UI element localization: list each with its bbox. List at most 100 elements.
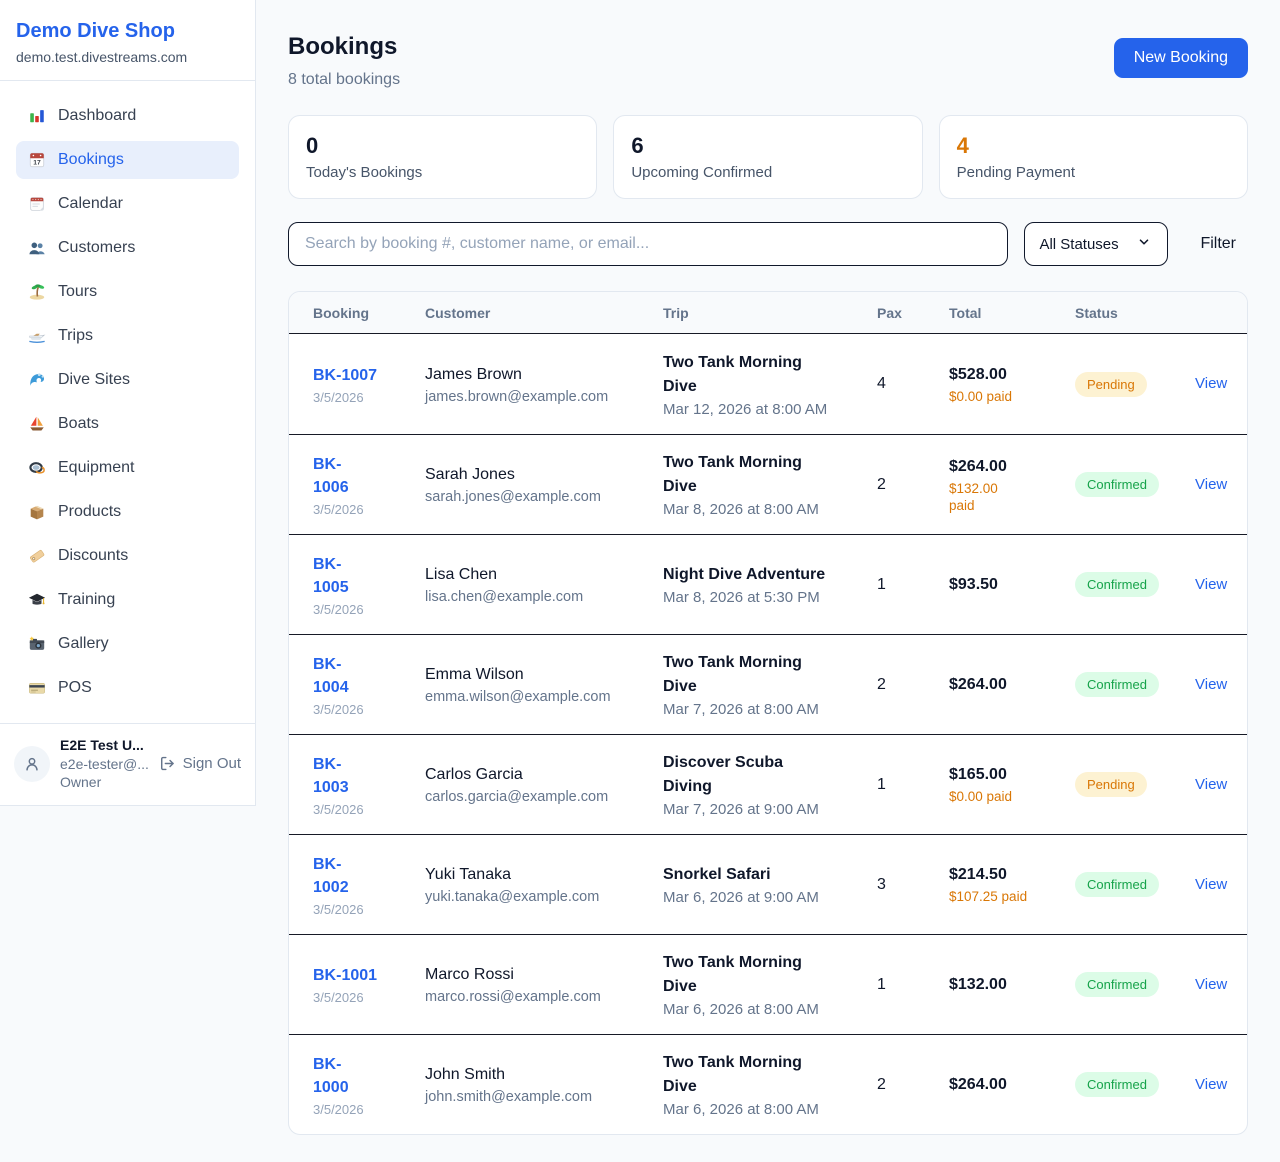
customer-email: sarah.jones@example.com xyxy=(425,489,649,505)
table-row: BK- 1006 3/5/2026 Sarah Jones sarah.jone… xyxy=(289,434,1247,534)
pax-count: 1 xyxy=(877,776,949,794)
trip-name: Two Tank Morning Dive xyxy=(663,1051,863,1099)
pax-count: 3 xyxy=(877,876,949,894)
status-select[interactable]: All Statuses xyxy=(1024,222,1168,266)
view-link[interactable]: View xyxy=(1195,876,1227,893)
sidebar-item-bookings[interactable]: 17Bookings xyxy=(16,141,239,179)
sidebar-nav: Dashboard 17Bookings Calendar Customers Tour… xyxy=(0,81,255,723)
booking-link[interactable]: BK- 1000 xyxy=(313,1053,349,1099)
new-booking-button[interactable]: New Booking xyxy=(1114,38,1248,78)
sidebar-item-label: Gallery xyxy=(58,633,109,655)
user-section: E2E Test U... e2e-tester@... Owner Sign … xyxy=(0,723,255,805)
sidebar-item-dashboard[interactable]: Dashboard xyxy=(16,97,239,135)
sidebar-item-label: Training xyxy=(58,589,115,611)
view-link[interactable]: View xyxy=(1195,1076,1227,1093)
pax-count: 2 xyxy=(877,1076,949,1094)
pax-count: 1 xyxy=(877,976,949,994)
customer-name: Emma Wilson xyxy=(425,664,649,686)
sidebar-item-boats[interactable]: Boats xyxy=(16,405,239,443)
booking-link[interactable]: BK- 1006 xyxy=(313,453,349,499)
sidebar-item-calendar[interactable]: Calendar xyxy=(16,185,239,223)
booking-date: 3/5/2026 xyxy=(313,702,411,717)
sidebar-item-discounts[interactable]: Discounts xyxy=(16,537,239,575)
status-badge: Confirmed xyxy=(1075,472,1159,497)
trip-datetime: Mar 12, 2026 at 8:00 AM xyxy=(663,401,863,418)
booking-link[interactable]: BK- 1002 xyxy=(313,853,349,899)
sidebar-item-dive-sites[interactable]: Dive Sites xyxy=(16,361,239,399)
sailboat-icon xyxy=(28,415,46,433)
island-icon xyxy=(28,283,46,301)
sidebar-item-label: Equipment xyxy=(58,457,135,479)
customer-email: carlos.garcia@example.com xyxy=(425,789,649,805)
stat-card-upcoming-confirmed: 6 Upcoming Confirmed xyxy=(613,115,922,199)
booking-link[interactable]: BK-1007 xyxy=(313,364,377,387)
view-link[interactable]: View xyxy=(1195,676,1227,693)
total-amount: $264.00 xyxy=(949,456,1061,477)
sidebar-item-label: Trips xyxy=(58,325,93,347)
trip-name: Snorkel Safari xyxy=(663,863,863,887)
total-amount: $214.50 xyxy=(949,864,1061,885)
camera-icon xyxy=(28,635,46,653)
sign-out-button[interactable]: Sign Out xyxy=(159,755,241,773)
sidebar-item-gallery[interactable]: Gallery xyxy=(16,625,239,663)
customer-name: Yuki Tanaka xyxy=(425,864,649,886)
total-amount: $132.00 xyxy=(949,974,1061,995)
status-badge: Confirmed xyxy=(1075,972,1159,997)
table-header: Booking Customer Trip Pax Total Status xyxy=(289,292,1247,334)
booking-link[interactable]: BK- 1003 xyxy=(313,753,349,799)
user-role: Owner xyxy=(60,773,149,791)
status-badge: Confirmed xyxy=(1075,872,1159,897)
booking-link[interactable]: BK- 1004 xyxy=(313,653,349,699)
table-row: BK- 1004 3/5/2026 Emma Wilson emma.wilso… xyxy=(289,634,1247,734)
sidebar-item-label: Products xyxy=(58,501,121,523)
stat-value: 6 xyxy=(631,133,904,159)
customer-email: john.smith@example.com xyxy=(425,1089,649,1105)
scuba-mask-icon xyxy=(28,459,46,477)
page-header: Bookings 8 total bookings New Booking xyxy=(288,32,1248,89)
graduation-cap-icon xyxy=(28,591,46,609)
stat-label: Pending Payment xyxy=(957,164,1230,181)
booking-date: 3/5/2026 xyxy=(313,802,411,817)
sidebar-item-label: Tours xyxy=(58,281,97,303)
booking-date: 3/5/2026 xyxy=(313,502,411,517)
avatar xyxy=(14,746,50,782)
view-link[interactable]: View xyxy=(1195,476,1227,493)
trip-datetime: Mar 8, 2026 at 5:30 PM xyxy=(663,589,863,606)
search-input[interactable] xyxy=(288,222,1008,266)
customer-email: marco.rossi@example.com xyxy=(425,989,649,1005)
sidebar-item-products[interactable]: Products xyxy=(16,493,239,531)
view-link[interactable]: View xyxy=(1195,375,1227,392)
customer-name: Lisa Chen xyxy=(425,564,649,586)
booking-date: 3/5/2026 xyxy=(313,390,411,405)
table-row: BK- 1000 3/5/2026 John Smith john.smith@… xyxy=(289,1034,1247,1134)
stat-label: Upcoming Confirmed xyxy=(631,164,904,181)
booking-date: 3/5/2026 xyxy=(313,990,411,1005)
sidebar-item-customers[interactable]: Customers xyxy=(16,229,239,267)
sidebar-item-label: Discounts xyxy=(58,545,128,567)
trip-datetime: Mar 7, 2026 at 8:00 AM xyxy=(663,701,863,718)
package-icon xyxy=(28,503,46,521)
stat-value: 4 xyxy=(957,133,1230,159)
sidebar-item-tours[interactable]: Tours xyxy=(16,273,239,311)
sidebar-item-pos[interactable]: POS xyxy=(16,669,239,707)
trip-datetime: Mar 6, 2026 at 8:00 AM xyxy=(663,1101,863,1118)
trip-datetime: Mar 7, 2026 at 9:00 AM xyxy=(663,801,863,818)
view-link[interactable]: View xyxy=(1195,776,1227,793)
sidebar-item-label: POS xyxy=(58,677,92,699)
credit-card-icon xyxy=(28,679,46,697)
view-link[interactable]: View xyxy=(1195,576,1227,593)
sign-out-icon xyxy=(159,755,177,773)
sidebar-item-label: Dashboard xyxy=(58,105,136,127)
sidebar-item-trips[interactable]: Trips xyxy=(16,317,239,355)
booking-link[interactable]: BK-1001 xyxy=(313,964,377,987)
view-link[interactable]: View xyxy=(1195,976,1227,993)
user-email: e2e-tester@... xyxy=(60,755,149,773)
sidebar-item-training[interactable]: Training xyxy=(16,581,239,619)
sidebar-item-equipment[interactable]: Equipment xyxy=(16,449,239,487)
booking-date: 3/5/2026 xyxy=(313,602,411,617)
chevron-down-icon xyxy=(1137,235,1155,253)
sidebar-item-label: Customers xyxy=(58,237,135,259)
status-badge: Pending xyxy=(1075,372,1147,397)
filter-button[interactable]: Filter xyxy=(1200,235,1236,253)
booking-link[interactable]: BK- 1005 xyxy=(313,553,349,599)
